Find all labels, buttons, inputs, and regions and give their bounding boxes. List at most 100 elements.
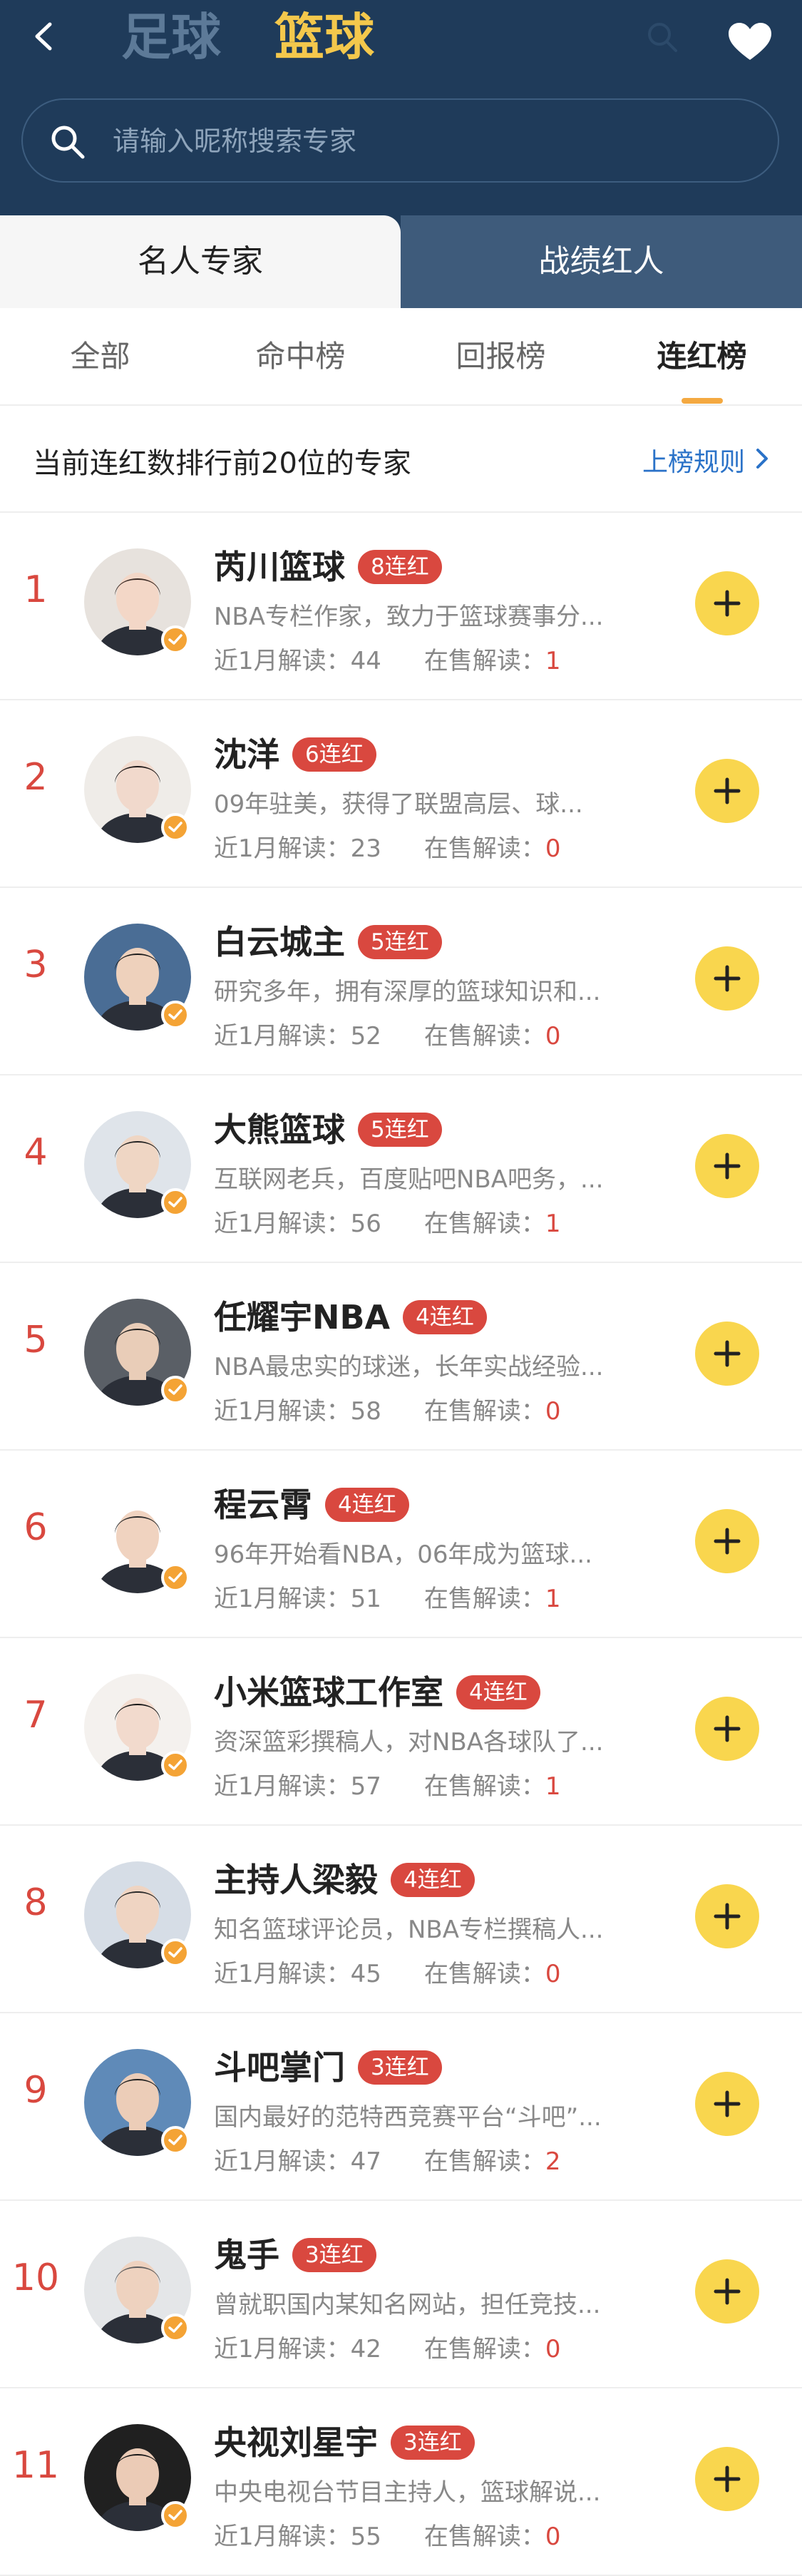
ranking-subtabs: 全部 命中榜 回报榜 连红榜: [0, 308, 802, 406]
streak-badge: 4连红: [456, 1675, 540, 1709]
recent-count: 45: [350, 1960, 381, 1988]
follow-button[interactable]: [695, 1697, 759, 1761]
expert-name: 主持人梁毅: [214, 1861, 378, 1899]
expert-stats: 近1月解读：52 在售解读：0: [214, 1016, 561, 1051]
expert-name: 小米篮球工作室: [214, 1673, 443, 1712]
active-tab-indicator: [682, 398, 723, 404]
follow-button[interactable]: [695, 2072, 759, 2136]
expert-stats: 近1月解读：56 在售解读：1: [214, 1204, 561, 1239]
expert-name-line: 白云城主 5连红: [214, 916, 442, 964]
subtab-all[interactable]: 全部: [0, 308, 200, 404]
expert-description: 中央电视台节目主持人，篮球解说...: [214, 2478, 601, 2507]
expert-row[interactable]: 1 芮川篮球 8连红 NBA专栏作家，致力于篮球赛事分... 近1月解读：44 在售解读：…: [0, 513, 802, 700]
plus-icon: [714, 777, 741, 804]
expert-name-line: 央视刘星宇 3连红: [214, 2417, 475, 2464]
tab-football[interactable]: 足球: [121, 9, 221, 66]
expert-description: NBA专栏作家，致力于篮球赛事分...: [214, 603, 604, 631]
selling-label: 在售解读：: [423, 1585, 545, 1613]
selling-label: 在售解读：: [423, 834, 545, 863]
selling-label: 在售解读：: [423, 1397, 545, 1426]
selling-count: 0: [545, 2335, 561, 2363]
chevron-right-icon[interactable]: [754, 447, 771, 470]
expert-stats: 近1月解读：57 在售解读：1: [214, 1767, 561, 1801]
plus-icon: [714, 2465, 741, 2493]
follow-button[interactable]: [695, 759, 759, 823]
rank-number: 4: [24, 1131, 48, 1174]
streak-badge: 5连红: [358, 925, 442, 959]
segment-hot-performers[interactable]: 战绩红人: [401, 215, 802, 308]
recent-count: 57: [350, 1772, 381, 1801]
search-input[interactable]: [111, 100, 741, 183]
verified-badge-icon: [161, 2126, 190, 2155]
expert-description: 曾就职国内某知名网站，担任竞技...: [214, 2291, 601, 2319]
selling-label: 在售解读：: [423, 1960, 545, 1988]
rank-number: 2: [24, 756, 48, 799]
rank-number: 1: [24, 568, 48, 611]
subtab-hit-rate[interactable]: 命中榜: [200, 308, 401, 404]
selling-label: 在售解读：: [423, 647, 545, 675]
expert-name: 程云霄: [214, 1486, 312, 1524]
expert-stats: 近1月解读：45 在售解读：0: [214, 1954, 561, 1989]
expert-stats: 近1月解读：47 在售解读：2: [214, 2142, 561, 2177]
selling-count: 0: [545, 2523, 561, 2551]
selling-count: 0: [545, 834, 561, 863]
verified-badge-icon: [161, 1938, 190, 1967]
expert-stats: 近1月解读：23 在售解读：0: [214, 829, 561, 864]
recent-label: 近1月解读：: [214, 1022, 351, 1051]
streak-badge: 5连红: [358, 1113, 442, 1147]
expert-row[interactable]: 6 程云霄 4连红 96年开始看NBA，06年成为篮球... 近1月解读：51 在售解读：…: [0, 1451, 802, 1638]
expert-row[interactable]: 4 大熊篮球 5连红 互联网老兵，百度贴吧NBA吧务，... 近1月解读：56 在售解读：…: [0, 1075, 802, 1263]
expert-name: 鬼手: [214, 2236, 279, 2274]
follow-button[interactable]: [695, 1509, 759, 1573]
rank-number: 6: [24, 1506, 48, 1549]
follow-button[interactable]: [695, 1134, 759, 1198]
verified-badge-icon: [161, 1001, 190, 1029]
subtab-return[interactable]: 回报榜: [401, 308, 601, 404]
back-arrow-icon[interactable]: [29, 20, 61, 53]
expert-row[interactable]: 3 白云城主 5连红 研究多年，拥有深厚的篮球知识和... 近1月解读：52 在售解读：0: [0, 888, 802, 1075]
expert-description: 96年开始看NBA，06年成为篮球...: [214, 1540, 592, 1569]
expert-name-line: 大熊篮球 5连红: [214, 1104, 442, 1151]
rules-link[interactable]: 上榜规则: [642, 441, 745, 479]
follow-button[interactable]: [695, 1322, 759, 1386]
plus-icon: [714, 2278, 741, 2305]
subtab-win-streak[interactable]: 连红榜: [602, 308, 802, 404]
expert-row[interactable]: 5 任耀宇NBA 4连红 NBA最忠实的球迷，长年实战经验... 近1月解读：58 在售解…: [0, 1263, 802, 1451]
top-bar: 足球 篮球: [0, 0, 802, 78]
expert-row[interactable]: 2 沈洋 6连红 09年驻美，获得了联盟高层、球... 近1月解读：23 在售解读：0: [0, 700, 802, 888]
expert-name: 白云城主: [214, 923, 345, 961]
selling-count: 0: [545, 1397, 561, 1426]
expert-row[interactable]: 11 央视刘星宇 3连红 中央电视台节目主持人，篮球解说... 近1月解读：55 在售解读…: [0, 2388, 802, 2576]
recent-label: 近1月解读：: [214, 647, 351, 675]
follow-button[interactable]: [695, 946, 759, 1011]
selling-count: 1: [545, 647, 561, 675]
streak-badge: 6连红: [292, 737, 376, 772]
selling-label: 在售解读：: [423, 2335, 545, 2363]
selling-label: 在售解读：: [423, 2523, 545, 2551]
expert-row[interactable]: 9 斗吧掌门 3连红 国内最好的范特西竞赛平台“斗吧”... 近1月解读：47 在售解读：…: [0, 2013, 802, 2201]
streak-badge: 8连红: [358, 550, 442, 584]
segment-celebrity-experts[interactable]: 名人专家: [0, 215, 401, 308]
tab-basketball[interactable]: 篮球: [274, 9, 374, 66]
expert-stats: 近1月解读：42 在售解读：0: [214, 2329, 561, 2364]
recent-count: 44: [350, 647, 381, 675]
follow-button[interactable]: [695, 2259, 759, 2324]
expert-description: NBA最忠实的球迷，长年实战经验...: [214, 1353, 604, 1381]
expert-row[interactable]: 7 小米篮球工作室 4连红 资深篮彩撰稿人，对NBA各球队了... 近1月解读：57 在售…: [0, 1638, 802, 1826]
follow-button[interactable]: [695, 1884, 759, 1948]
recent-label: 近1月解读：: [214, 2147, 351, 2176]
rank-number: 11: [11, 2444, 60, 2487]
plus-icon: [714, 1528, 741, 1555]
search-bar[interactable]: [21, 98, 779, 183]
expert-row[interactable]: 8 主持人梁毅 4连红 知名篮球评论员，NBA专栏撰稿人... 近1月解读：45 在售解读…: [0, 1826, 802, 2013]
rank-number: 10: [11, 2256, 60, 2299]
recent-label: 近1月解读：: [214, 1772, 351, 1801]
expert-row[interactable]: 10 鬼手 3连红 曾就职国内某知名网站，担任竞技... 近1月解读：42 在售解读：0: [0, 2201, 802, 2388]
expert-stats: 近1月解读：44 在售解读：1: [214, 641, 561, 676]
expert-description: 国内最好的范特西竞赛平台“斗吧”...: [214, 2103, 602, 2132]
follow-button[interactable]: [695, 571, 759, 635]
favorite-heart-icon[interactable]: [727, 21, 773, 61]
follow-button[interactable]: [695, 2447, 759, 2511]
search-icon: [51, 126, 85, 159]
search-icon[interactable]: [645, 20, 679, 54]
